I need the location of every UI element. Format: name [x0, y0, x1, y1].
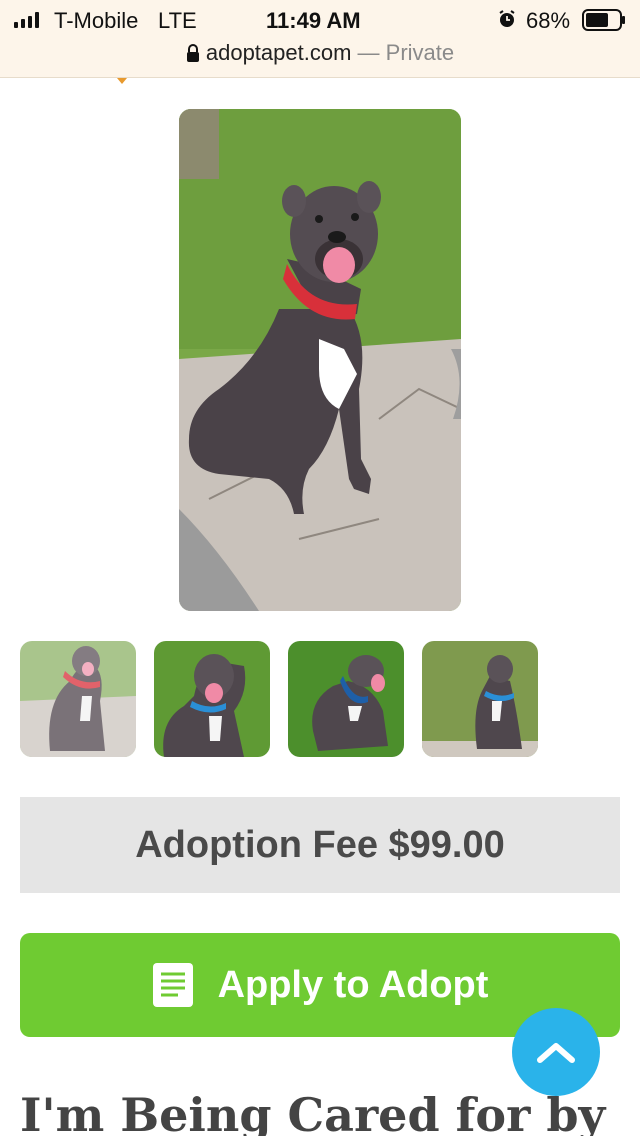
pet-thumbnail[interactable] [288, 641, 404, 757]
address-bar[interactable]: adoptapet.com — Private [0, 40, 640, 66]
battery-percent: 68% [526, 8, 571, 33]
adoption-fee: Adoption Fee $99.00 [20, 797, 620, 893]
pet-main-photo[interactable] [179, 109, 461, 611]
pet-thumbnail[interactable] [20, 641, 136, 757]
status-bar: T-Mobile LTE 11:49 AM 68% [0, 0, 640, 40]
url-separator: — [351, 40, 386, 65]
caretaker-section-heading: I'm Being Cared for by [20, 1088, 606, 1136]
alarm-icon [499, 10, 515, 27]
pet-thumbnail[interactable] [154, 641, 270, 757]
url-host: adoptapet.com [205, 40, 352, 65]
apply-button-label: Apply to Adopt [217, 963, 489, 1006]
dropdown-indicator-icon [117, 78, 127, 84]
status-time: 11:49 AM [266, 8, 361, 33]
scroll-to-top-button[interactable] [512, 1008, 600, 1096]
chevron-up-icon [537, 1043, 575, 1063]
browser-top-bar: T-Mobile LTE 11:49 AM 68% adoptapet.com … [0, 0, 640, 78]
pet-thumbnail[interactable] [422, 641, 538, 757]
battery-icon [582, 9, 625, 31]
document-icon [152, 963, 193, 1007]
network-type: LTE [158, 8, 197, 33]
lock-icon [186, 44, 199, 62]
carrier-name: T-Mobile [54, 8, 139, 33]
private-mode-label: Private [385, 40, 455, 65]
signal-strength-icon [14, 12, 39, 28]
